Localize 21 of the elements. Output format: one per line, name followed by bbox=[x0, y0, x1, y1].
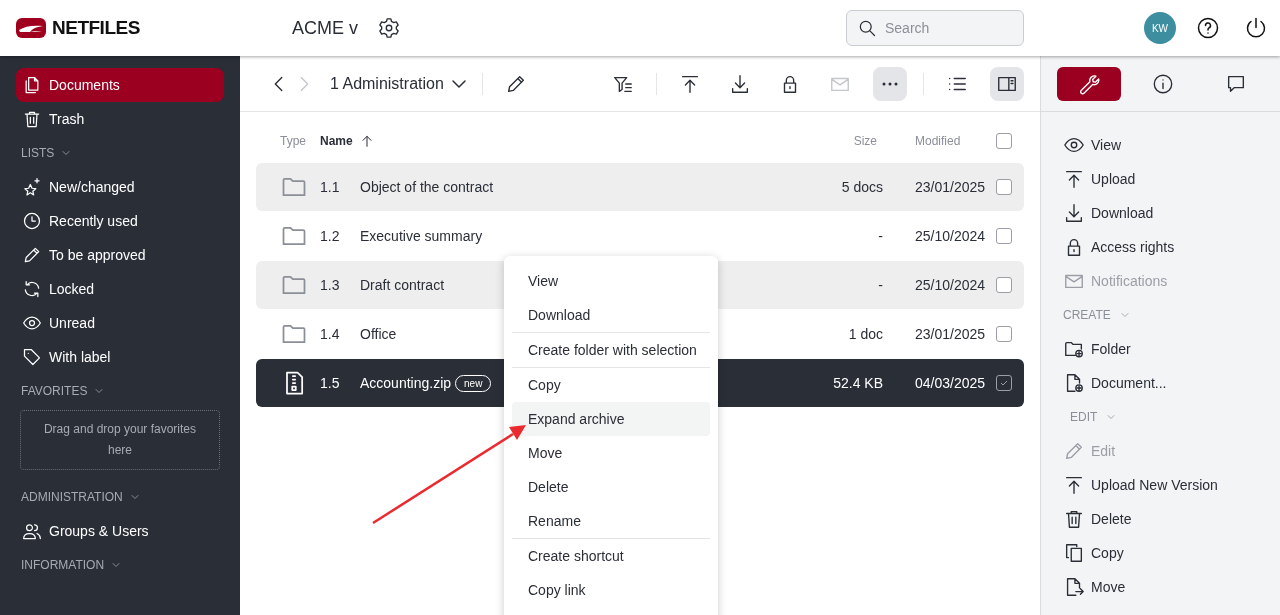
item-number: 1.5 bbox=[320, 375, 341, 391]
logo-text: NETFILES bbox=[52, 17, 140, 39]
file-size: 5 docs bbox=[840, 179, 884, 195]
file-name: Executive summary bbox=[360, 228, 483, 244]
modified-date: 04/03/2025 bbox=[915, 375, 987, 391]
modified-date: 23/01/2025 bbox=[915, 326, 987, 342]
file-name: Accounting.zip bbox=[360, 375, 452, 391]
file-name: Draft contract bbox=[360, 277, 445, 293]
item-number: 1.4 bbox=[320, 326, 341, 342]
file-name: Object of the contract bbox=[360, 179, 494, 195]
item-number: 1.2 bbox=[320, 228, 341, 244]
modified-date: 25/10/2024 bbox=[915, 228, 987, 244]
file-size: 52.4 KB bbox=[832, 375, 884, 391]
modified-date: 25/10/2024 bbox=[915, 277, 987, 293]
modified-date: 23/01/2025 bbox=[915, 179, 987, 195]
file-name: Office bbox=[360, 326, 397, 342]
item-number: 1.3 bbox=[320, 277, 341, 293]
file-size: - bbox=[877, 277, 884, 293]
file-size: 1 doc bbox=[847, 326, 884, 342]
file-size: - bbox=[877, 228, 884, 244]
item-number: 1.1 bbox=[320, 179, 341, 195]
